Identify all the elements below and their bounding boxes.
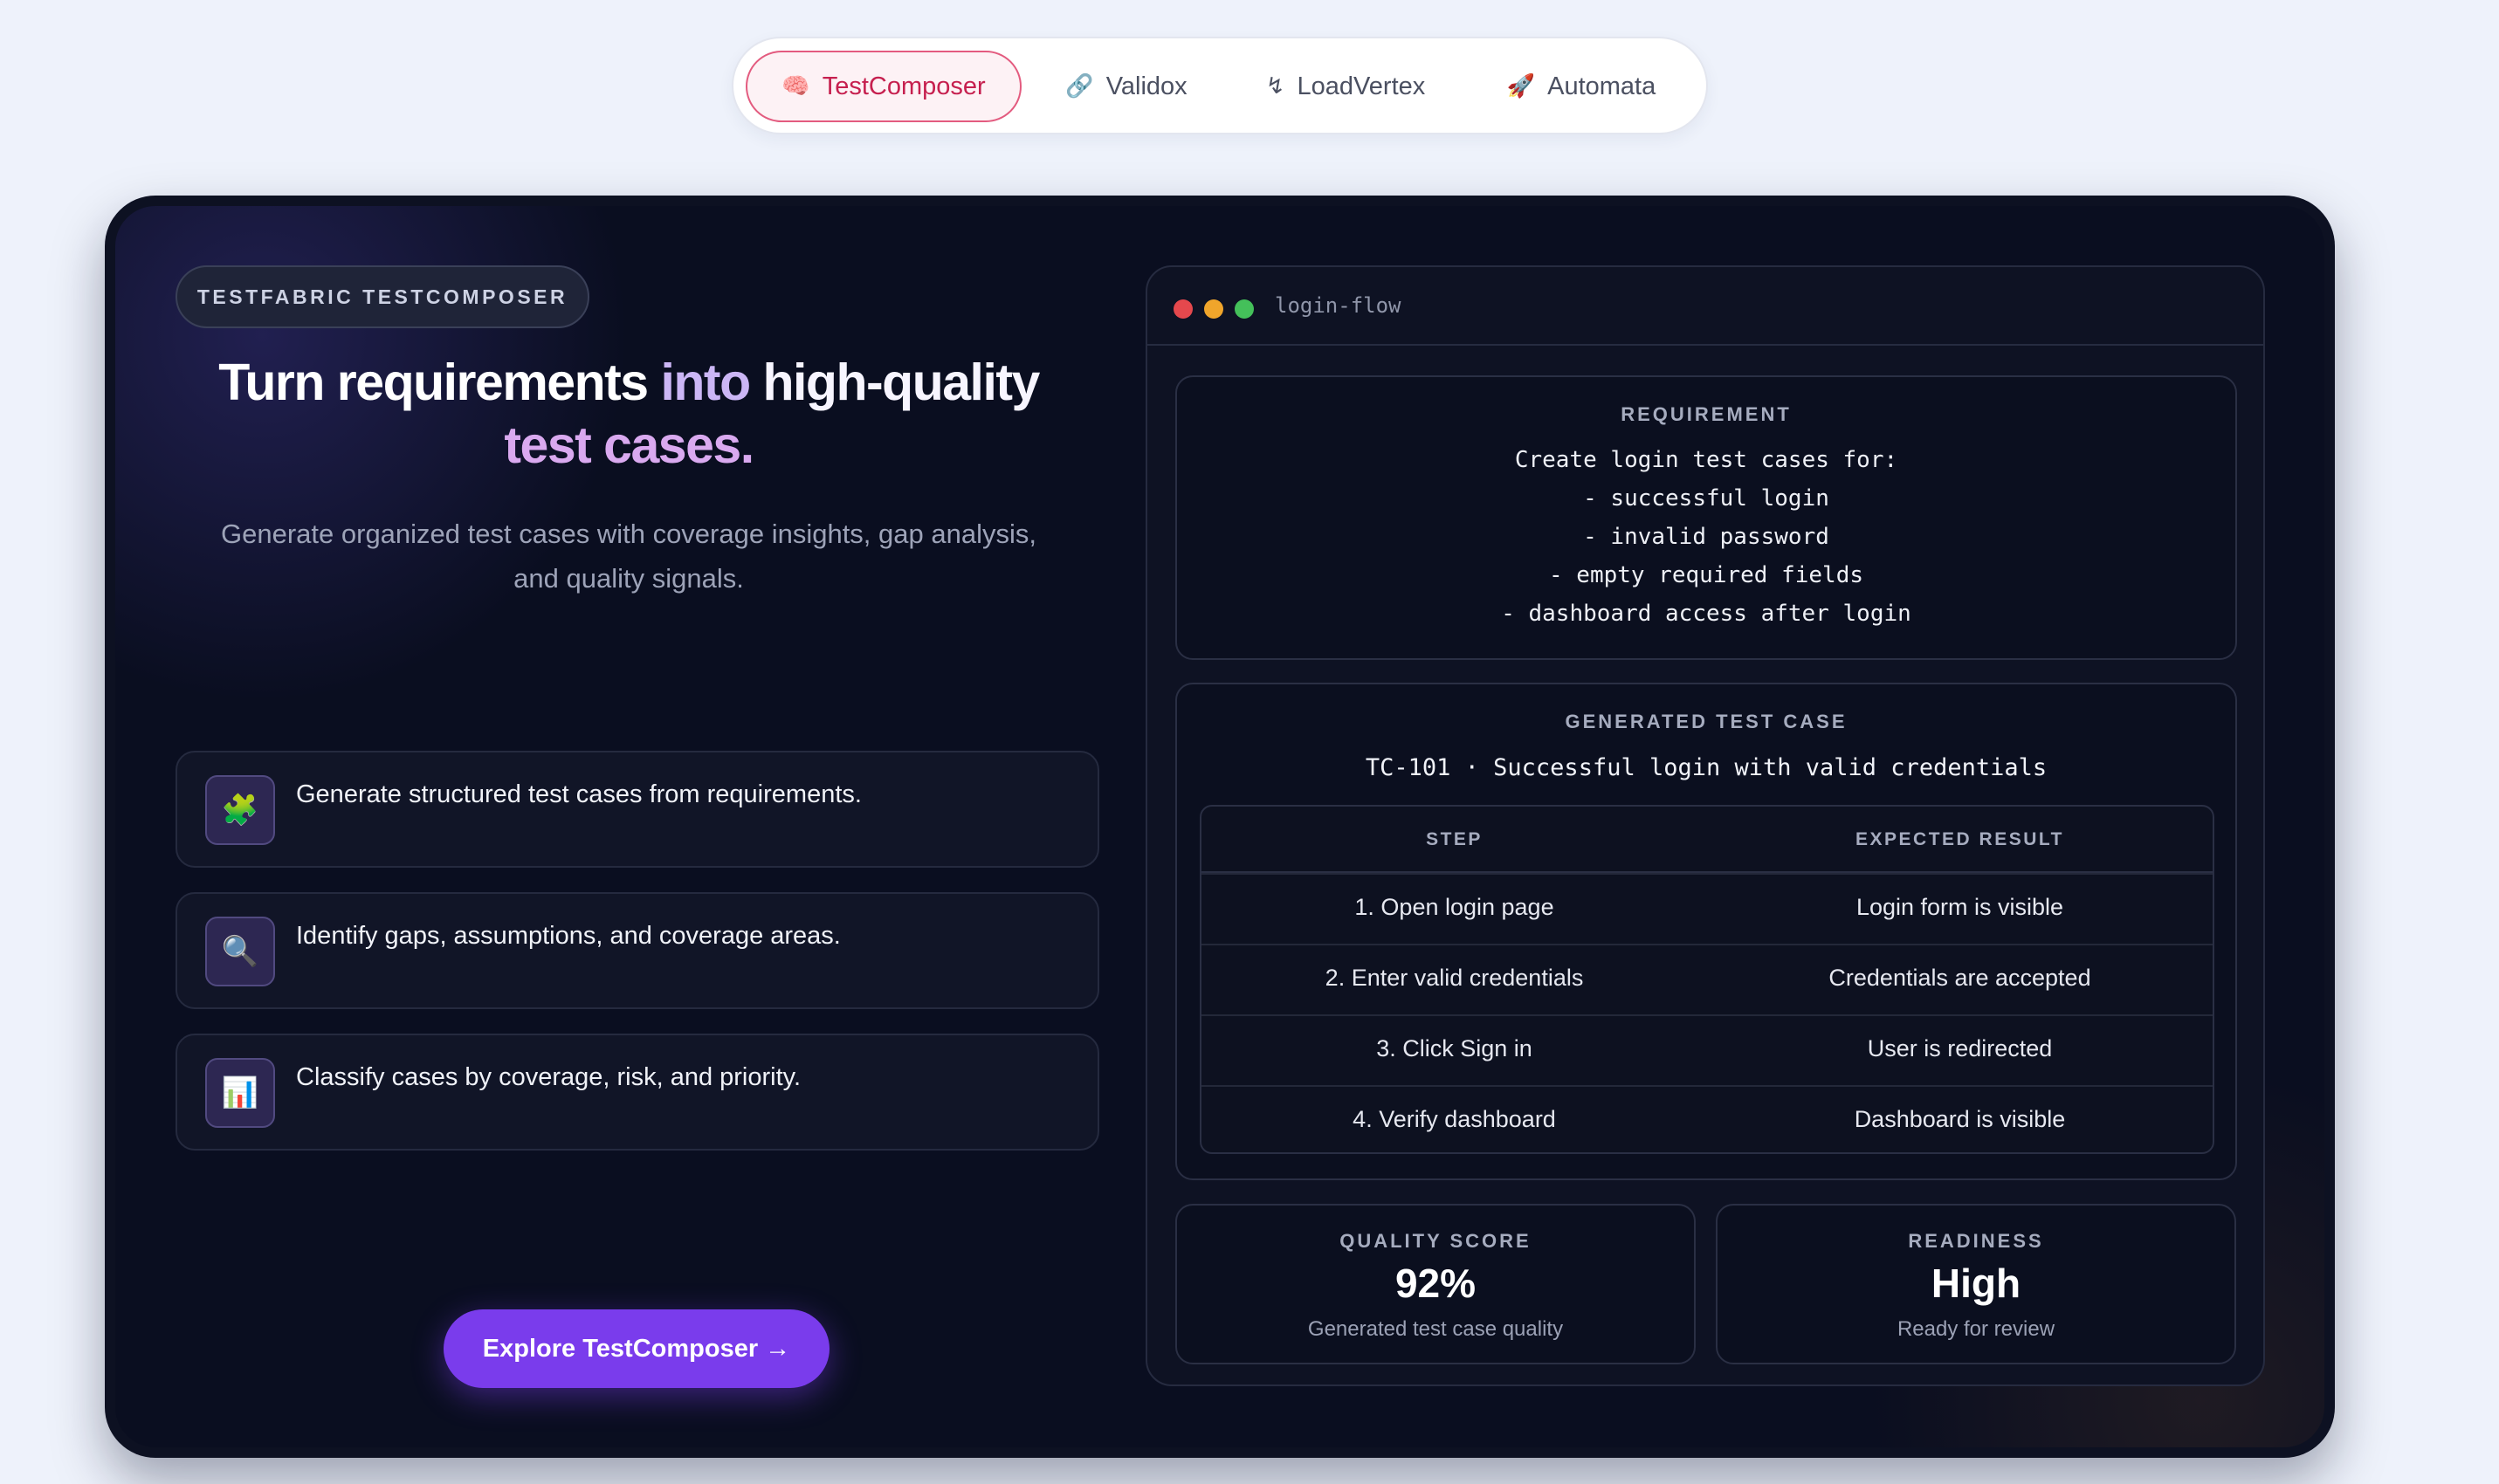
feature-text: Generate structured test cases from requ… (296, 780, 862, 808)
tab-label: Automata (1547, 72, 1656, 100)
stat-value: 92% (1394, 1261, 1477, 1306)
rocket-icon: 🚀 (1506, 73, 1536, 100)
tab-loadvertex[interactable]: ↯ LoadVertex (1236, 51, 1455, 122)
tab-testcomposer[interactable]: 🧠 TestComposer (746, 51, 1022, 122)
requirement-line: - empty required fields (1548, 562, 1864, 588)
bar-chart-icon: 📊 (205, 1058, 275, 1128)
requirement-line: - successful login (1583, 485, 1829, 512)
requirement-label: REQUIREMENT (1621, 403, 1792, 425)
requirement-panel: REQUIREMENT Create login test cases for:… (1175, 375, 2237, 660)
page-subtitle: Generate organized test cases with cover… (221, 519, 1036, 594)
step-cell: 2. Enter valid credentials (1325, 965, 1584, 991)
feature-text: Identify gaps, assumptions, and coverage… (296, 922, 841, 950)
brain-icon: 🧠 (781, 73, 810, 100)
feature-item: 🔍 Identify gaps, assumptions, and covera… (176, 892, 1099, 1009)
puzzle-icon: 🧩 (205, 775, 275, 845)
table-row: 4. Verify dashboard Dashboard is visible (1201, 1085, 2213, 1152)
feature-item: 🧩 Generate structured test cases from re… (176, 751, 1099, 868)
explore-button[interactable]: Explore TestComposer → (444, 1309, 830, 1388)
generated-test-case-panel: GENERATED TEST CASE TC-101 · Successful … (1175, 683, 2237, 1180)
column-header-step: STEP (1426, 829, 1483, 849)
requirement-line: - dashboard access after login (1501, 601, 1911, 627)
test-case-title: TC-101 · Successful login with valid cre… (1365, 754, 2048, 781)
product-badge: TESTFABRIC TESTCOMPOSER (176, 265, 589, 328)
stat-label: QUALITY SCORE (1339, 1230, 1532, 1252)
stat-caption: Generated test case quality (1307, 1317, 1564, 1341)
requirement-line: - invalid password (1583, 524, 1829, 550)
stat-value: High (1931, 1261, 2021, 1306)
readiness-card: READINESS High Ready for review (1716, 1204, 2236, 1364)
stat-label: READINESS (1908, 1230, 2044, 1252)
tab-validox[interactable]: 🔗 Validox (1030, 51, 1222, 122)
preview-window: login-flow REQUIREMENT Create login test… (1146, 265, 2265, 1386)
page-title: Turn requirements into high-quality test… (218, 354, 1040, 474)
close-dot-icon (1174, 299, 1193, 319)
feature-item: 📊 Classify cases by coverage, risk, and … (176, 1034, 1099, 1151)
quality-score-card: QUALITY SCORE 92% Generated test case qu… (1175, 1204, 1696, 1364)
feature-text: Classify cases by coverage, risk, and pr… (296, 1063, 802, 1091)
tab-label: LoadVertex (1297, 72, 1426, 100)
maximize-dot-icon (1235, 299, 1254, 319)
generated-label: GENERATED TEST CASE (1565, 711, 1848, 732)
tab-label: TestComposer (822, 72, 986, 100)
column-header-expected: EXPECTED RESULT (1855, 829, 2064, 849)
minimize-dot-icon (1204, 299, 1223, 319)
table-row: 1. Open login page Login form is visible (1201, 873, 2213, 944)
expected-cell: Dashboard is visible (1854, 1106, 2066, 1132)
table-row: 3. Click Sign in User is redirected (1201, 1014, 2213, 1085)
stat-caption: Ready for review (1897, 1317, 2055, 1341)
product-tabbar: 🧠 TestComposer 🔗 Validox ↯ LoadVertex 🚀 … (732, 37, 1708, 134)
steps-table: STEP EXPECTED RESULT 1. Open login page … (1200, 805, 2214, 1154)
expected-cell: Credentials are accepted (1828, 965, 2091, 991)
table-header: STEP EXPECTED RESULT (1201, 807, 2213, 873)
table-row: 2. Enter valid credentials Credentials a… (1201, 944, 2213, 1014)
lightning-icon: ↯ (1265, 73, 1285, 100)
link-icon: 🔗 (1065, 73, 1094, 100)
product-showcase-card: TESTFABRIC TESTCOMPOSER Turn requirement… (105, 196, 2335, 1458)
expected-cell: Login form is visible (1855, 894, 2064, 920)
tab-label: Validox (1105, 72, 1188, 100)
window-titlebar: login-flow (1147, 267, 2263, 346)
magnifier-icon: 🔍 (205, 917, 275, 986)
window-title: login-flow (1275, 293, 1401, 318)
step-cell: 4. Verify dashboard (1353, 1106, 1556, 1132)
step-cell: 1. Open login page (1354, 894, 1554, 920)
requirement-line: Create login test cases for: (1514, 447, 1898, 473)
tab-automata[interactable]: 🚀 Automata (1469, 51, 1694, 122)
step-cell: 3. Click Sign in (1376, 1035, 1532, 1061)
expected-cell: User is redirected (1867, 1035, 2053, 1061)
